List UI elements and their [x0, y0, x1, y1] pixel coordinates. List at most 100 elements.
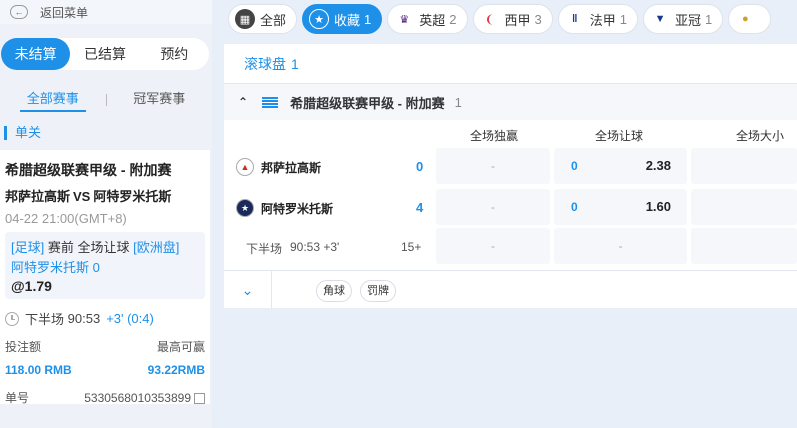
trophy-icon: ● [741, 13, 749, 25]
filter-all[interactable]: ▦ 全部 [228, 4, 298, 34]
odds-cell-handicap[interactable]: 0 2.38 [554, 148, 687, 184]
filter-ligue1[interactable]: ‖ 法甲 1 [557, 4, 639, 34]
odds-cell-over-under[interactable] [691, 189, 797, 225]
bet-sport: [足球] [11, 240, 45, 255]
copy-icon[interactable] [194, 392, 205, 404]
chevron-double-down-icon[interactable]: ⌄ [224, 271, 272, 309]
laliga-icon: ❨ [484, 13, 495, 26]
back-arrow-icon[interactable]: ← [10, 5, 28, 19]
live-label: 滚球盘 [244, 55, 286, 72]
bet-card: 希腊超级联赛甲级 - 附加赛 邦萨拉高斯 VS 阿特罗米托斯 04-22 21:00… [0, 150, 210, 406]
max-win-value: 93.22RMB [147, 363, 205, 377]
chevron-up-icon[interactable]: ⌃ [238, 95, 248, 109]
odds-cell-1x2[interactable]: - [436, 148, 550, 184]
team-crest-icon: ▲ [236, 158, 254, 176]
filter-label: 法甲 [589, 12, 616, 28]
odds-cell-draw[interactable]: - [436, 228, 550, 264]
odds-value: - [491, 239, 495, 253]
filter-afc-champions[interactable]: ▼ 亚冠 1 [643, 4, 724, 34]
afc-cup-icon: ▼ [654, 13, 666, 25]
bet-league: 希腊超级联赛甲级 - 附加赛 [5, 162, 172, 178]
odds-cell-empty[interactable] [691, 228, 797, 264]
live-count: 1 [291, 55, 299, 72]
bet-home-team: 邦萨拉高斯 [5, 189, 71, 204]
market-column-headers: 全场独赢 全场让球 全场大小 [224, 123, 797, 145]
filter-label: 收藏 [334, 12, 361, 28]
filter-premier-league[interactable]: ♛ 英超 2 [387, 4, 468, 34]
odds-cell-1x2[interactable]: - [436, 189, 550, 225]
back-label: 返回菜单 [40, 5, 89, 20]
match-list: 滚球盘 1 ⌃ 希腊超级联赛甲级 - 附加赛 1 全场独赢 全场让球 全场大小 … [224, 44, 797, 309]
match-period: 下半场 [246, 242, 283, 256]
bet-clock: 90:53 [67, 311, 101, 326]
live-section-header[interactable]: 滚球盘 1 [224, 44, 797, 84]
bet-vs: VS [73, 189, 91, 204]
star-icon: ★ [309, 9, 330, 29]
filter-more[interactable]: ● [728, 4, 772, 34]
filter-favorites[interactable]: ★ 收藏 1 [302, 4, 383, 34]
corner-kicks-button[interactable]: 角球 [316, 280, 352, 302]
odds-cell-empty[interactable]: - [554, 228, 687, 264]
filter-count: 2 [449, 11, 457, 27]
back-menu-row[interactable]: ← 返回菜单 [0, 0, 212, 24]
bet-away-team: 阿特罗米托斯 [93, 189, 172, 204]
stake-value: 118.00 RMB [5, 363, 72, 377]
bet-detail-box: [足球] 赛前 全场让球 [欧洲盘] 阿特罗米托斯 0 @1.79 [5, 232, 205, 299]
bookings-button[interactable]: 罚牌 [360, 280, 396, 302]
bet-match-status: 下半场 90:53 +3' (0:4) [5, 309, 205, 328]
team-name: 阿特罗米托斯 [261, 201, 334, 216]
match-status-row: 下半场 90:53 +3' 15+ - - [224, 228, 797, 266]
bet-order-row: 单号 5330568010353899 [5, 389, 205, 406]
team-crest-icon: ★ [236, 199, 254, 217]
bet-market: 赛前 全场让球 [47, 240, 130, 255]
tab-all-events[interactable]: 全部赛事 [0, 88, 106, 112]
odds-cell-handicap[interactable]: 0 1.60 [554, 189, 687, 225]
filter-label: 西甲 [504, 12, 531, 28]
bet-slip-panel: ← 返回菜单 未结算 已结算 预约 全部赛事 冠军赛事 单关 希腊超级联赛甲级 … [0, 0, 212, 428]
league-header[interactable]: ⌃ 希腊超级联赛甲级 - 附加赛 1 [224, 84, 797, 120]
filter-label: 全部 [260, 12, 287, 28]
league-name: 希腊超级联赛甲级 - 附加赛 [290, 95, 445, 111]
odds-cell-over-under[interactable] [691, 148, 797, 184]
bet-amount-labels: 投注额 最高可赢 [5, 338, 205, 355]
greece-flag-icon [262, 96, 279, 108]
league-filter-bar: ▦ 全部 ★ 收藏 1 ♛ 英超 2 ❨ 西甲 3 ‖ 法甲 1 ▼ 亚冠 1 … [228, 4, 772, 34]
settlement-tabs: 未结算 已结算 预约 [1, 38, 209, 70]
tab-unsettled[interactable]: 未结算 [1, 38, 71, 70]
filter-label: 英超 [419, 12, 446, 28]
bet-odds-type: [欧洲盘] [133, 240, 180, 255]
odds-value: 2.38 [645, 158, 671, 173]
bet-match-time: 04-22 21:00(GMT+8) [5, 211, 127, 226]
bet-period: 下半场 [25, 312, 65, 327]
order-number-wrap: 5330568010353899 [84, 391, 205, 405]
event-type-tabs: 全部赛事 冠军赛事 [0, 88, 212, 112]
bet-market-line: [足球] 赛前 全场让球 [欧洲盘] [11, 237, 199, 256]
filter-count: 1 [619, 11, 628, 27]
premier-league-icon: ♛ [399, 13, 410, 26]
order-number: 5330568010353899 [84, 390, 191, 405]
col-header-over-under: 全场大小 [736, 129, 785, 143]
team-score: 4 [416, 200, 424, 215]
bet-match: 邦萨拉高斯 VS 阿特罗米托斯 [5, 186, 205, 205]
stake-label: 投注额 [5, 340, 42, 354]
filter-laliga[interactable]: ❨ 西甲 3 [472, 4, 553, 34]
team-name: 邦萨拉高斯 [261, 160, 322, 175]
odds-value: - [491, 159, 495, 173]
odds-value: 1.60 [645, 199, 671, 214]
handicap-line: 0 [571, 159, 578, 173]
bet-extra: +3' (0:4) [106, 311, 154, 326]
match-extra-row: ⌄ 角球 罚牌 [224, 270, 797, 309]
tab-champion-events[interactable]: 冠军赛事 [107, 88, 213, 112]
bet-odds: @1.79 [11, 278, 52, 294]
more-markets-count[interactable]: 15+ [401, 240, 421, 254]
ligue1-icon: ‖ [572, 13, 578, 25]
team-home: ▲ 邦萨拉高斯 [236, 158, 321, 176]
max-win-label: 最高可赢 [156, 340, 205, 354]
clock-icon [5, 311, 19, 326]
tab-reserved[interactable]: 预约 [140, 38, 209, 70]
grid-icon: ▦ [235, 9, 255, 29]
tab-settled[interactable]: 已结算 [70, 38, 139, 70]
filter-count: 1 [364, 11, 372, 27]
bet-amount-values: 118.00 RMB 93.22RMB [5, 363, 205, 377]
filter-count: 3 [534, 11, 542, 27]
